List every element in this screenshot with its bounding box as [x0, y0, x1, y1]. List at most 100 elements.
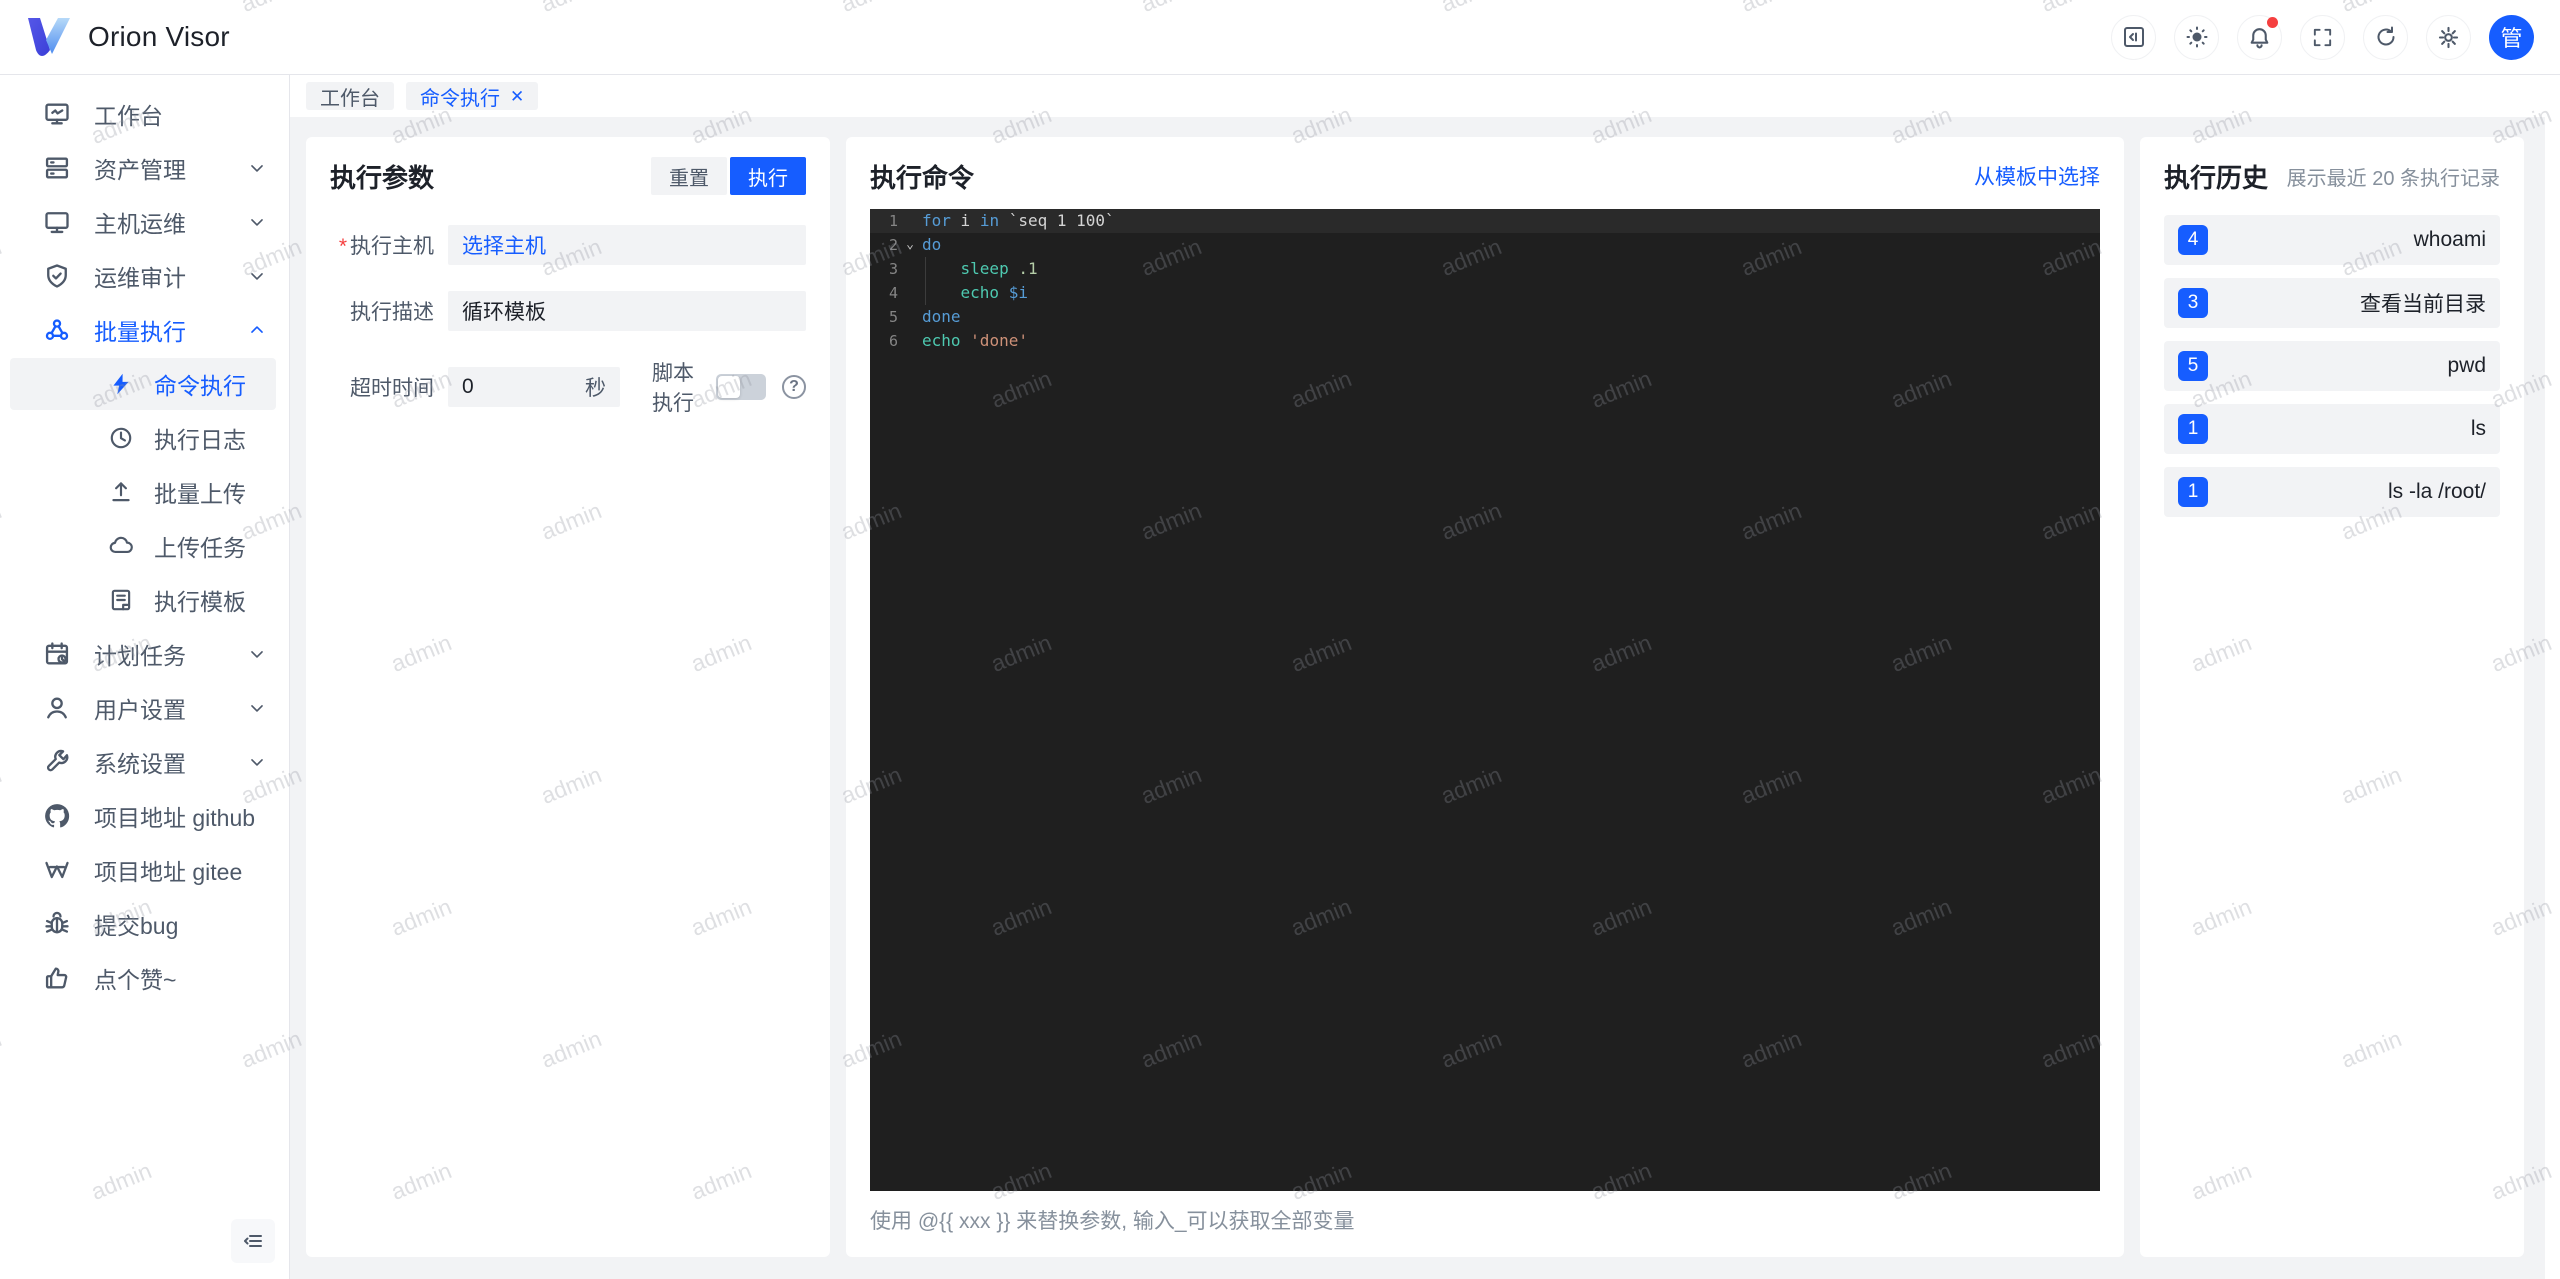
sidebar-item-github-link[interactable]: 项目地址 github	[0, 789, 289, 843]
sidebar-item-exec-log[interactable]: 执行日志	[0, 411, 289, 465]
sidebar-item-command-exec[interactable]: 命令执行	[0, 357, 289, 411]
theme-button[interactable]	[2174, 14, 2219, 60]
timeout-value: 0	[462, 375, 474, 398]
editor-line-1[interactable]: 1 for i in `seq 1 100`	[870, 209, 2100, 233]
exec-command-panel: 执行命令 从模板中选择 1 for i in `seq 1 100` 2 ⌄ d…	[846, 137, 2124, 1257]
tab-bar: 工作台 命令执行 ✕	[290, 75, 2560, 117]
help-icon[interactable]: ?	[782, 375, 806, 399]
chevron-down-icon	[247, 644, 267, 664]
notifications-button[interactable]	[2237, 14, 2282, 60]
host-icon	[42, 208, 72, 236]
timeout-field[interactable]: 0 秒	[448, 367, 620, 407]
exec-params-panel: 执行参数 重置 执行 执行主机 选择主机 执行描述 循环模板	[306, 137, 830, 1257]
exec-count-badge: 1	[2178, 414, 2208, 444]
assets-icon	[42, 154, 72, 182]
cloud-icon	[106, 533, 136, 559]
sidebar-collapse-button[interactable]	[231, 1219, 275, 1263]
sidebar-item-system-settings[interactable]: 系统设置	[0, 735, 289, 789]
history-item[interactable]: 4 whoami	[2164, 215, 2500, 265]
command-panel-title: 执行命令	[870, 162, 975, 193]
wrench-icon	[42, 748, 72, 776]
sidebar-item-batch-exec[interactable]: 批量执行	[0, 303, 289, 357]
bug-icon	[42, 910, 72, 938]
history-item[interactable]: 3 查看当前目录	[2164, 278, 2500, 328]
history-subtitle: 展示最近 20 条执行记录	[2286, 167, 2500, 190]
brand: Orion Visor	[26, 16, 230, 58]
editor-line-6[interactable]: 6 echo 'done'	[870, 329, 2100, 353]
orion-visor-app: Orion Visor 管 工作台 资产管理 主机运维 运维审计 批量执行 命令…	[0, 0, 2560, 1279]
fullscreen-button[interactable]	[2300, 14, 2345, 60]
chevron-down-icon	[247, 266, 267, 286]
history-command: pwd	[2447, 354, 2486, 377]
sidebar-item-upload-task[interactable]: 上传任务	[0, 519, 289, 573]
sidebar-item-workbench[interactable]: 工作台	[0, 87, 289, 141]
gitee-icon	[42, 856, 72, 884]
fold-chevron-icon[interactable]: ⌄	[898, 233, 922, 257]
refresh-button[interactable]	[2363, 14, 2408, 60]
editor-line-2[interactable]: 2 ⌄ do	[870, 233, 2100, 257]
app-title: Orion Visor	[88, 21, 230, 52]
editor-line-5[interactable]: 5 done	[870, 305, 2100, 329]
header-actions: 管	[2111, 14, 2534, 60]
code-icon	[2123, 27, 2144, 47]
history-list: 4 whoami 3 查看当前目录 5 pwd 1 ls 1 ls -la /r…	[2164, 215, 2500, 517]
history-item[interactable]: 5 pwd	[2164, 341, 2500, 391]
sidebar-item-gitee-link[interactable]: 项目地址 gitee	[0, 843, 289, 897]
description-field-label: 执行描述	[350, 301, 434, 324]
exec-count-badge: 4	[2178, 225, 2208, 255]
settings-button[interactable]	[2426, 14, 2471, 60]
chevron-down-icon	[247, 752, 267, 772]
history-command: whoami	[2413, 228, 2486, 251]
select-host-field[interactable]: 选择主机	[448, 225, 806, 265]
params-panel-title: 执行参数	[330, 162, 435, 193]
line-number: 4	[888, 284, 898, 302]
code-editor[interactable]: 1 for i in `seq 1 100` 2 ⌄ do 3 sleep .1	[870, 209, 2100, 1191]
sidebar-item-report-bug[interactable]: 提交bug	[0, 897, 289, 951]
sidebar-item-scheduled-task[interactable]: 计划任务	[0, 627, 289, 681]
host-field-label: 执行主机	[330, 230, 434, 260]
refresh-icon	[2377, 26, 2394, 46]
batch-icon	[42, 316, 72, 344]
history-item[interactable]: 1 ls -la /root/	[2164, 467, 2500, 517]
main-area: 工作台 命令执行 ✕ 执行参数 重置 执行 执行主机	[290, 75, 2560, 1279]
script-exec-label: 脚本执行	[652, 362, 694, 415]
params-form: 执行主机 选择主机 执行描述 循环模板 超时时间 0 秒 脚本执行	[330, 225, 806, 417]
run-button[interactable]: 执行	[730, 157, 806, 195]
chevron-down-icon	[247, 212, 267, 232]
avatar[interactable]: 管	[2489, 14, 2534, 60]
notification-dot	[2267, 16, 2278, 28]
reset-button[interactable]: 重置	[651, 157, 727, 195]
select-from-template-link[interactable]: 从模板中选择	[1974, 161, 2100, 191]
timeout-field-label: 超时时间	[350, 377, 434, 400]
scrollbar-track[interactable]	[2545, 75, 2560, 1279]
chevron-down-icon	[247, 158, 267, 178]
sidebar: 工作台 资产管理 主机运维 运维审计 批量执行 命令执行 执行日志 批量上传 上…	[0, 75, 290, 1279]
sidebar-item-host-ops[interactable]: 主机运维	[0, 195, 289, 249]
chevron-down-icon	[247, 698, 267, 718]
history-item[interactable]: 1 ls	[2164, 404, 2500, 454]
timeout-suffix: 秒	[585, 377, 606, 400]
tab-workbench[interactable]: 工作台	[306, 82, 394, 110]
line-number: 2	[888, 236, 898, 254]
line-number: 5	[888, 308, 898, 326]
sidebar-item-batch-upload[interactable]: 批量上传	[0, 465, 289, 519]
dashboard-icon	[42, 100, 72, 128]
sidebar-item-ops-audit[interactable]: 运维审计	[0, 249, 289, 303]
chevron-up-icon	[247, 320, 267, 340]
exec-count-badge: 1	[2178, 477, 2208, 507]
description-field[interactable]: 循环模板	[448, 291, 806, 331]
sidebar-item-assets[interactable]: 资产管理	[0, 141, 289, 195]
script-exec-toggle[interactable]	[716, 374, 766, 400]
editor-line-4[interactable]: 4 echo $i	[870, 281, 2100, 305]
user-icon	[42, 694, 72, 722]
tab-command-exec[interactable]: 命令执行 ✕	[406, 82, 539, 110]
sidebar-item-exec-template[interactable]: 执行模板	[0, 573, 289, 627]
content: 执行参数 重置 执行 执行主机 选择主机 执行描述 循环模板	[290, 117, 2560, 1279]
editor-line-3[interactable]: 3 sleep .1	[870, 257, 2100, 281]
fullscreen-icon	[2313, 28, 2332, 46]
code-button[interactable]	[2111, 14, 2156, 60]
logo-icon	[28, 18, 70, 56]
close-icon[interactable]: ✕	[510, 88, 524, 105]
sidebar-item-user-settings[interactable]: 用户设置	[0, 681, 289, 735]
sidebar-item-like[interactable]: 点个赞~	[0, 951, 289, 1005]
